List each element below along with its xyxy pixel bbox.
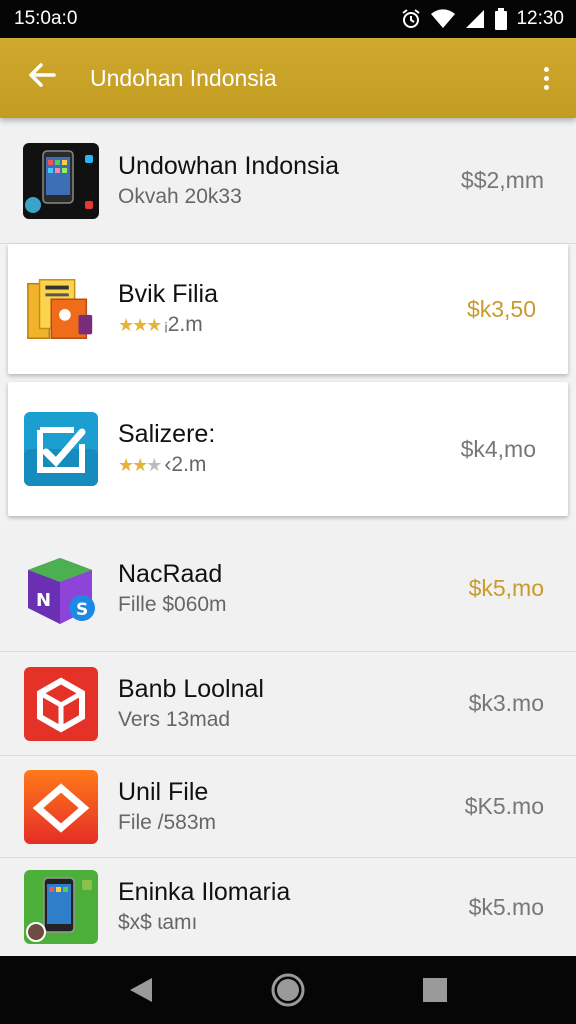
list-item-subtitle: $x$ ɩamı [118,911,198,934]
recents-nav-icon[interactable] [422,977,448,1003]
list-item-subtitle: ★★★ ᵢ2.m [118,310,467,340]
list-item-subtitle: ★★★ ‹2.m [118,450,461,480]
list-item-price: $k5.mo [468,893,544,920]
svg-text:S: S [76,600,88,620]
alarm-icon [400,8,422,30]
list-item-text: Salizere: ★★★ ‹2.m [118,418,461,480]
arrow-back-icon [28,61,56,95]
home-nav-icon[interactable] [270,972,306,1008]
app-list: Undowhan Indonsia Okvah 20k33 $$2,mm Bvi… [0,118,576,956]
list-item-subtitle: Fille $060m [118,592,227,616]
list-item-price: $k3.mo [468,690,544,716]
list-item[interactable]: Eninka Ilomaria $x$ ɩamı $k5.mo [0,858,576,956]
status-bar: 15:0a:0 12:30 [0,0,576,38]
list-item-title: Banb Loolnal [118,674,264,703]
green-phone-icon [22,868,100,946]
list-item-text: Eninka Ilomaria $x$ ɩamı [118,876,469,938]
rating-stars-icon: ★★★ [118,315,162,335]
list-item-title: Eninka Ilomaria [118,878,291,906]
list-item-title: Salizere: [118,420,216,448]
signal-icon [464,9,486,29]
overflow-menu-button[interactable] [516,38,576,118]
svg-text:N: N [36,590,51,611]
page-title: Undohan Indonsia [90,64,277,91]
more-vert-icon [543,66,549,90]
list-item-title: NacRaad [118,559,223,588]
books-app-icon [22,270,100,348]
status-time-left: 15:0a:0 [14,8,78,29]
back-nav-icon[interactable] [128,976,154,1004]
list-item-subtitle-text: ᵢ2.m [164,313,203,336]
list-item[interactable]: Undowhan Indonsia Okvah 20k33 $$2,mm [0,118,576,244]
list-item[interactable]: Bvik Filia ★★★ ᵢ2.m $k3,50 [8,244,568,374]
diamond-app-icon [22,768,100,846]
list-item-text: Unil File File /583m [118,776,465,838]
list-item-title: Bvik Filia [118,280,219,308]
rating-stars-icon: ★★★ [118,455,162,475]
list-item-subtitle: Okvah 20k33 [118,184,242,208]
list-item-price: $k3,50 [466,295,536,322]
red-cube-icon [22,665,100,743]
battery-icon [494,8,508,30]
status-icons: 12:30 [400,8,564,30]
list-item[interactable]: Salizere: ★★★ ‹2.m $k4,mo [8,382,568,516]
list-item-title: Unil File [118,777,209,806]
list-item[interactable]: Banb Loolnal Vers 13mad $k3.mo [0,652,576,756]
list-item-price: $$2,mm [460,167,544,193]
list-item-text: Undowhan Indonsia Okvah 20k33 [118,150,461,212]
list-item-text: Bvik Filia ★★★ ᵢ2.m [118,278,467,340]
phone-app-icon [22,142,100,220]
purple-book-icon: N S [22,550,100,628]
list-item-text: NacRaad Fille $060m [118,558,469,620]
edit-check-icon [22,410,100,488]
list-item-price: $k4,mo [460,435,536,462]
wifi-icon [430,9,456,29]
list-item[interactable]: Unil File File /583m $K5.mo [0,756,576,858]
list-item-subtitle: File /583m [118,810,217,834]
back-button[interactable] [10,38,74,118]
list-item-subtitle-text: ‹2.m [164,453,207,476]
app-bar: Undohan Indonsia [0,38,576,118]
list-item-subtitle: Vers 13mad [118,707,231,731]
list-item-title: Undowhan Indonsia [118,151,339,180]
status-time-right: 12:30 [516,8,564,29]
list-item-price: $k5,mo [468,575,544,601]
list-item[interactable]: N S NacRaad Fille $060m $k5,mo [0,526,576,652]
system-nav-bar [0,956,576,1024]
list-item-price: $K5.mo [464,793,544,819]
list-item-text: Banb Loolnal Vers 13mad [118,673,469,735]
